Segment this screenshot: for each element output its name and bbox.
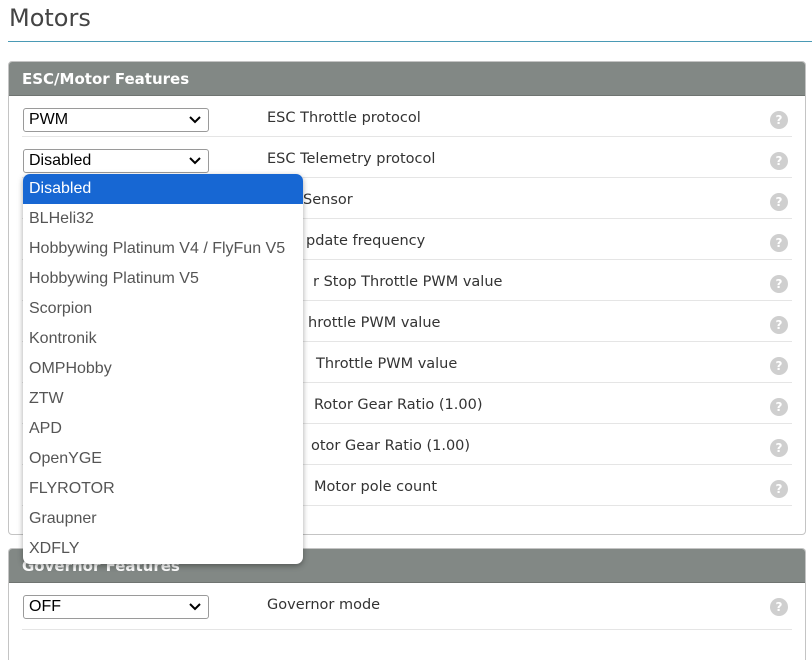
question-mark-icon[interactable]: ? bbox=[770, 598, 788, 616]
dropdown-option-ztw[interactable]: ZTW bbox=[23, 384, 303, 414]
dropdown-option-xdfly[interactable]: XDFLY bbox=[23, 534, 303, 564]
page-title: Motors bbox=[9, 4, 91, 32]
row-label: hrottle PWM value bbox=[308, 315, 441, 331]
question-mark-icon[interactable]: ? bbox=[770, 480, 788, 498]
dropdown-option-disabled[interactable]: Disabled bbox=[23, 174, 303, 204]
question-mark-icon[interactable]: ? bbox=[770, 111, 788, 129]
esc-throttle-protocol-select[interactable]: PWM bbox=[23, 108, 209, 132]
governor-mode-row: OFF Governor mode ? bbox=[22, 583, 792, 630]
dropdown-option-kontronik[interactable]: Kontronik bbox=[23, 324, 303, 354]
question-mark-icon[interactable]: ? bbox=[770, 234, 788, 252]
panel-header: ESC/Motor Features bbox=[9, 62, 805, 96]
row-label: Rotor Gear Ratio (1.00) bbox=[314, 397, 483, 413]
governor-features-panel: Governor Features OFF Governor mode ? bbox=[8, 548, 806, 660]
chevron-down-icon bbox=[189, 603, 201, 611]
dropdown-option-flyrotor[interactable]: FLYROTOR bbox=[23, 474, 303, 504]
dropdown-option-omphobby[interactable]: OMPHobby bbox=[23, 354, 303, 384]
esc-telemetry-protocol-select[interactable]: Disabled bbox=[23, 149, 209, 173]
row-label: Governor mode bbox=[267, 597, 381, 613]
esc-throttle-protocol-row: PWM ESC Throttle protocol ? bbox=[22, 96, 792, 137]
dropdown-option-graupner[interactable]: Graupner bbox=[23, 504, 303, 534]
esc-telemetry-protocol-dropdown: Disabled BLHeli32 Hobbywing Platinum V4 … bbox=[23, 174, 303, 564]
governor-mode-select[interactable]: OFF bbox=[23, 595, 209, 619]
row-label: Throttle PWM value bbox=[316, 356, 458, 372]
select-value: OFF bbox=[29, 598, 61, 615]
row-label: Motor pole count bbox=[314, 479, 438, 495]
title-divider bbox=[8, 41, 812, 42]
dropdown-option-hobbywing-v5[interactable]: Hobbywing Platinum V5 bbox=[23, 264, 303, 294]
dropdown-option-scorpion[interactable]: Scorpion bbox=[23, 294, 303, 324]
question-mark-icon[interactable]: ? bbox=[770, 398, 788, 416]
dropdown-option-hobbywing-v4[interactable]: Hobbywing Platinum V4 / FlyFun V5 bbox=[23, 234, 303, 264]
chevron-down-icon bbox=[189, 157, 201, 165]
esc-telemetry-protocol-row: Disabled ESC Telemetry protocol ? bbox=[22, 137, 792, 178]
question-mark-icon[interactable]: ? bbox=[770, 439, 788, 457]
dropdown-option-openyge[interactable]: OpenYGE bbox=[23, 444, 303, 474]
question-mark-icon[interactable]: ? bbox=[770, 152, 788, 170]
panel-body: OFF Governor mode ? bbox=[9, 583, 805, 630]
question-mark-icon[interactable]: ? bbox=[770, 193, 788, 211]
dropdown-option-blheli32[interactable]: BLHeli32 bbox=[23, 204, 303, 234]
row-label: pdate frequency bbox=[306, 233, 426, 249]
dropdown-option-apd[interactable]: APD bbox=[23, 414, 303, 444]
row-label: ESC Telemetry protocol bbox=[267, 151, 436, 167]
row-label: otor Gear Ratio (1.00) bbox=[311, 438, 471, 454]
question-mark-icon[interactable]: ? bbox=[770, 357, 788, 375]
row-label: ESC Throttle protocol bbox=[267, 110, 421, 126]
question-mark-icon[interactable]: ? bbox=[770, 275, 788, 293]
row-label: Sensor bbox=[303, 192, 353, 208]
row-label: r Stop Throttle PWM value bbox=[313, 274, 503, 290]
select-value: PWM bbox=[29, 111, 69, 128]
question-mark-icon[interactable]: ? bbox=[770, 316, 788, 334]
chevron-down-icon bbox=[189, 116, 201, 124]
select-value: Disabled bbox=[29, 152, 92, 169]
